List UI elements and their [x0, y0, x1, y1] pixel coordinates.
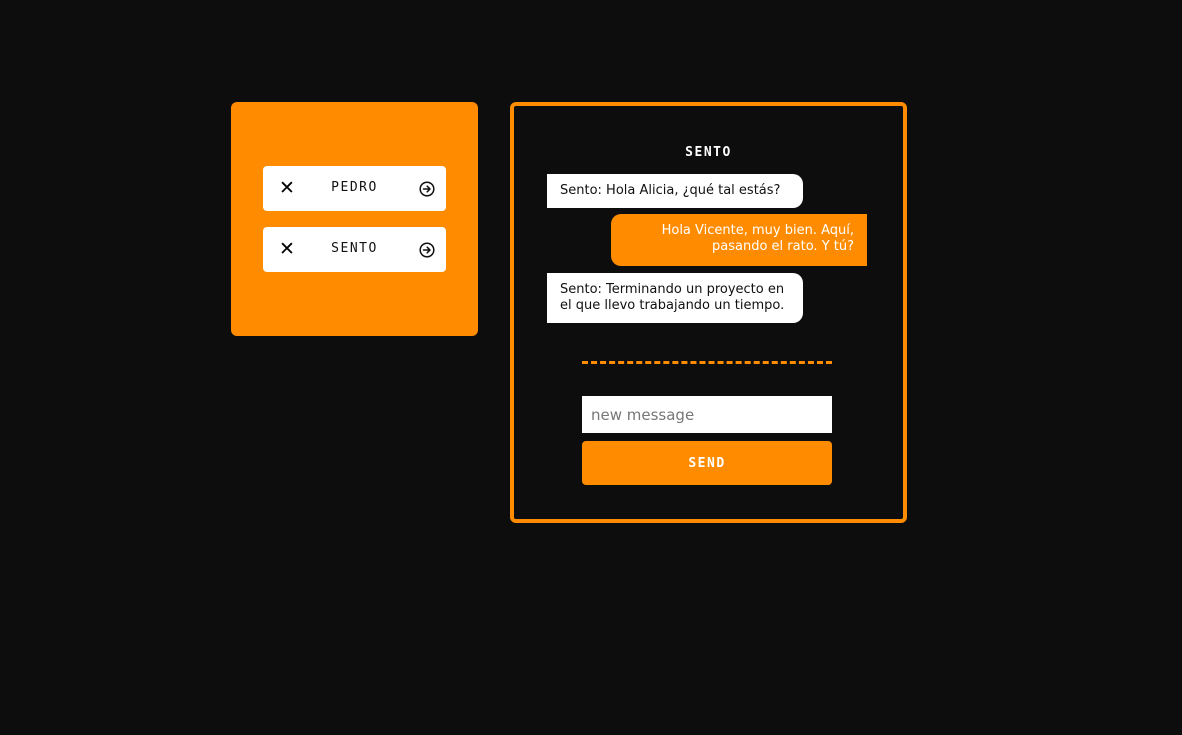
app-root: ✕ PEDRO ✕ SENTO SENTO Sento: Hola Alicia…: [0, 0, 1182, 735]
divider: [582, 361, 832, 364]
contact-card-sento[interactable]: ✕ SENTO: [263, 227, 446, 272]
chat-title: SENTO: [685, 145, 732, 160]
arrow-right-circle-icon[interactable]: [419, 181, 435, 197]
close-icon[interactable]: ✕: [279, 239, 295, 259]
contact-name: SENTO: [331, 241, 378, 256]
contacts-panel: ✕ PEDRO ✕ SENTO: [231, 102, 478, 336]
message-incoming: Sento: Terminando un proyecto en el que …: [547, 273, 803, 323]
close-icon[interactable]: ✕: [279, 178, 295, 198]
send-button[interactable]: SEND: [582, 441, 832, 485]
contact-name: PEDRO: [331, 180, 378, 195]
message-outgoing: Hola Vicente, muy bien. Aquí, pasando el…: [611, 214, 867, 266]
chat-panel: SENTO Sento: Hola Alicia, ¿qué tal estás…: [510, 102, 907, 523]
message-incoming: Sento: Hola Alicia, ¿qué tal estás?: [547, 174, 803, 208]
new-message-input[interactable]: [582, 396, 832, 433]
contact-card-pedro[interactable]: ✕ PEDRO: [263, 166, 446, 211]
arrow-right-circle-icon[interactable]: [419, 242, 435, 258]
